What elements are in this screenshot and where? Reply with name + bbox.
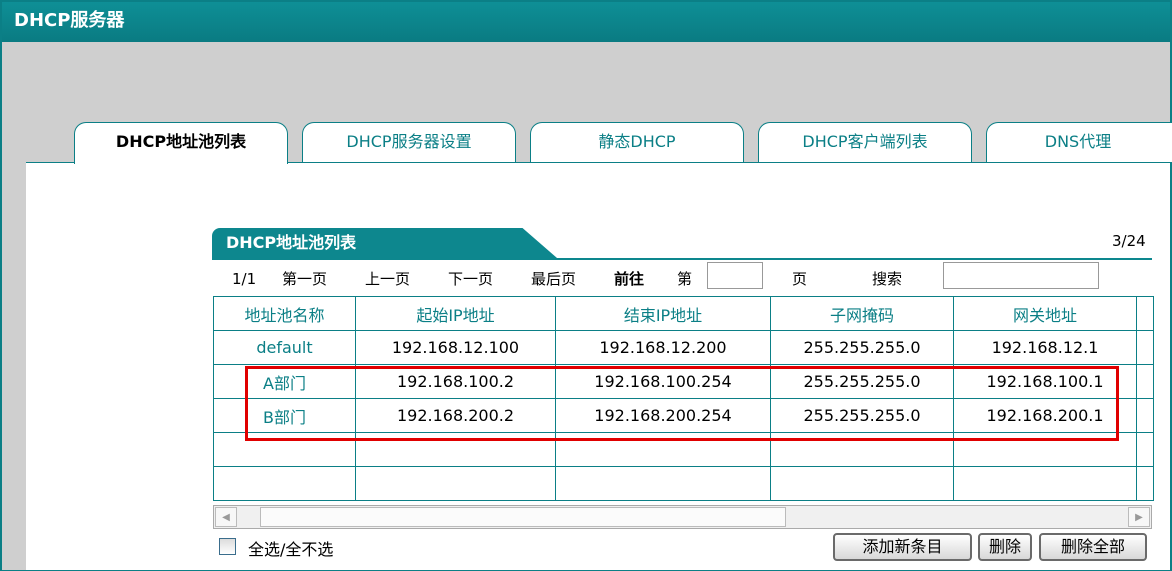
search-input[interactable] [943, 262, 1099, 289]
scroll-right-icon[interactable]: ▶ [1128, 507, 1150, 527]
column-header[interactable]: 地址池名称 [213, 296, 356, 331]
delete-button[interactable]: 删除 [978, 533, 1032, 561]
pager-prev-link[interactable]: 上一页 [365, 268, 410, 290]
section-divider [212, 258, 1152, 260]
table-cell [555, 466, 771, 501]
tab-dhcp-client-list[interactable]: DHCP客户端列表 [758, 122, 972, 162]
scrollbar-thumb[interactable] [260, 507, 786, 527]
table-cell [770, 466, 954, 501]
highlight-annotation [245, 366, 1119, 441]
tab-static-dhcp[interactable]: 静态DHCP [530, 122, 744, 162]
column-header-extra [1136, 296, 1154, 331]
table-cell [1136, 364, 1154, 399]
table-header-row: 地址池名称 起始IP地址 结束IP地址 子网掩码 网关地址 [213, 296, 1154, 331]
select-all-label: 全选/全不选 [248, 540, 334, 559]
tab-dhcp-pool-list[interactable]: DHCP地址池列表 [74, 122, 288, 164]
table-cell [1136, 398, 1154, 433]
column-header[interactable]: 起始IP地址 [355, 296, 556, 331]
table-cell [1136, 466, 1154, 501]
tab-dns-proxy[interactable]: DNS代理 [986, 122, 1172, 162]
table-cell [1136, 432, 1154, 467]
column-header[interactable]: 结束IP地址 [555, 296, 771, 331]
table-row[interactable]: default 192.168.12.100 192.168.12.200 25… [213, 330, 1154, 365]
column-header[interactable]: 网关地址 [953, 296, 1137, 331]
table-cell: 255.255.255.0 [770, 330, 954, 365]
table-cell [1136, 330, 1154, 365]
pager-first-link[interactable]: 第一页 [282, 268, 327, 290]
pager-goto-link[interactable]: 前往 [614, 268, 644, 290]
search-label: 搜索 [872, 270, 903, 288]
table-row [213, 466, 1154, 501]
pager-current: 1/1 [232, 270, 257, 288]
table-cell: 192.168.12.1 [953, 330, 1137, 365]
table-cell: 192.168.12.100 [355, 330, 556, 365]
delete-all-button[interactable]: 删除全部 [1039, 533, 1147, 561]
add-entry-button[interactable]: 添加新条目 [833, 533, 972, 561]
page-count: 3/24 [1112, 232, 1146, 250]
table-cell [213, 466, 356, 501]
tab-dhcp-server-settings[interactable]: DHCP服务器设置 [302, 122, 516, 162]
horizontal-scrollbar[interactable]: ◀ ▶ [213, 505, 1152, 529]
section-title: DHCP地址池列表 [212, 228, 557, 258]
pager-next-link[interactable]: 下一页 [448, 268, 493, 290]
page-number-input[interactable] [707, 262, 763, 289]
table-cell [953, 466, 1137, 501]
pager-page-prefix: 第 [677, 270, 693, 288]
table-cell: 192.168.12.200 [555, 330, 771, 365]
window-title: DHCP服务器 [2, 2, 1170, 42]
column-header[interactable]: 子网掩码 [770, 296, 954, 331]
pager-last-link[interactable]: 最后页 [531, 268, 576, 290]
pager-page-suffix: 页 [792, 270, 808, 288]
scroll-left-icon[interactable]: ◀ [215, 507, 237, 527]
left-background [2, 162, 26, 570]
select-all-checkbox[interactable] [219, 538, 236, 555]
table-cell [355, 466, 556, 501]
pool-name-link[interactable]: default [213, 330, 356, 365]
